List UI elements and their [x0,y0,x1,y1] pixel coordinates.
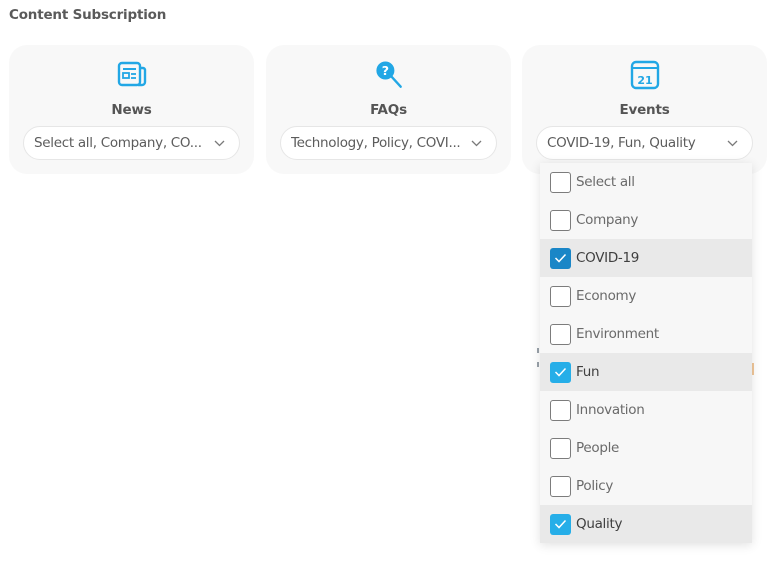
chevron-down-icon [213,139,225,147]
check-icon [554,519,567,529]
events-topics-select[interactable]: COVID-19, Fun, Quality [536,126,753,160]
svg-text:?: ? [381,63,388,78]
faqs-topics-select[interactable]: Technology, Policy, COVI... [280,126,497,160]
option-label: Select all [576,174,635,190]
checkbox-unchecked[interactable] [550,209,571,231]
option-label: People [576,440,620,456]
select-value: Select all, Company, CO... [34,135,202,151]
checkbox-unchecked[interactable] [550,437,571,459]
checkbox-unchecked[interactable] [550,285,571,307]
checkbox-unchecked[interactable] [550,171,571,193]
faqs-card: ? FAQs Technology, Policy, COVI... [266,45,511,174]
check-icon [554,367,567,377]
card-title: Events [619,102,670,118]
dropdown-option[interactable]: Environment [540,315,752,353]
dropdown-option[interactable]: People [540,429,752,467]
chevron-down-icon [726,139,738,147]
dropdown-option[interactable]: Innovation [540,391,752,429]
section-title: Content Subscription [9,7,167,23]
card-title: News [111,102,152,118]
background-content-fragment [752,363,754,375]
option-label: Economy [576,288,637,304]
dropdown-option[interactable]: COVID-19 [540,239,752,277]
check-icon [554,253,567,263]
select-value: Technology, Policy, COVI... [291,135,461,151]
option-label: COVID-19 [576,250,640,266]
option-label: Company [576,212,639,228]
select-value: COVID-19, Fun, Quality [547,135,696,151]
dropdown-option[interactable]: Economy [540,277,752,315]
events-card: 21 Events COVID-19, Fun, Quality [522,45,767,174]
option-label: Innovation [576,402,645,418]
checkbox-checked[interactable] [550,513,571,535]
card-title: FAQs [370,102,407,118]
events-topics-dropdown[interactable]: Select all Company COVID-19 Economy Environm… [540,163,752,543]
option-label: Quality [576,516,623,532]
calendar-icon: 21 [627,59,663,91]
dropdown-option[interactable]: Quality [540,505,752,543]
question-search-icon: ? [371,59,407,91]
news-topics-select[interactable]: Select all, Company, CO... [23,126,240,160]
dropdown-option[interactable]: Company [540,201,752,239]
dropdown-option[interactable]: Select all [540,163,752,201]
dropdown-option[interactable]: Fun [540,353,752,391]
option-label: Fun [576,364,600,380]
checkbox-checked[interactable] [550,361,571,383]
news-card: News Select all, Company, CO... [9,45,254,174]
checkbox-unchecked[interactable] [550,323,571,345]
checkbox-unchecked[interactable] [550,399,571,421]
checkbox-checked[interactable] [550,247,571,269]
chevron-down-icon [470,139,482,147]
calendar-day: 21 [637,74,652,87]
checkbox-unchecked[interactable] [550,475,571,497]
dropdown-option[interactable]: Policy [540,467,752,505]
option-label: Environment [576,326,659,342]
newspaper-icon [114,59,150,91]
option-label: Policy [576,478,614,494]
